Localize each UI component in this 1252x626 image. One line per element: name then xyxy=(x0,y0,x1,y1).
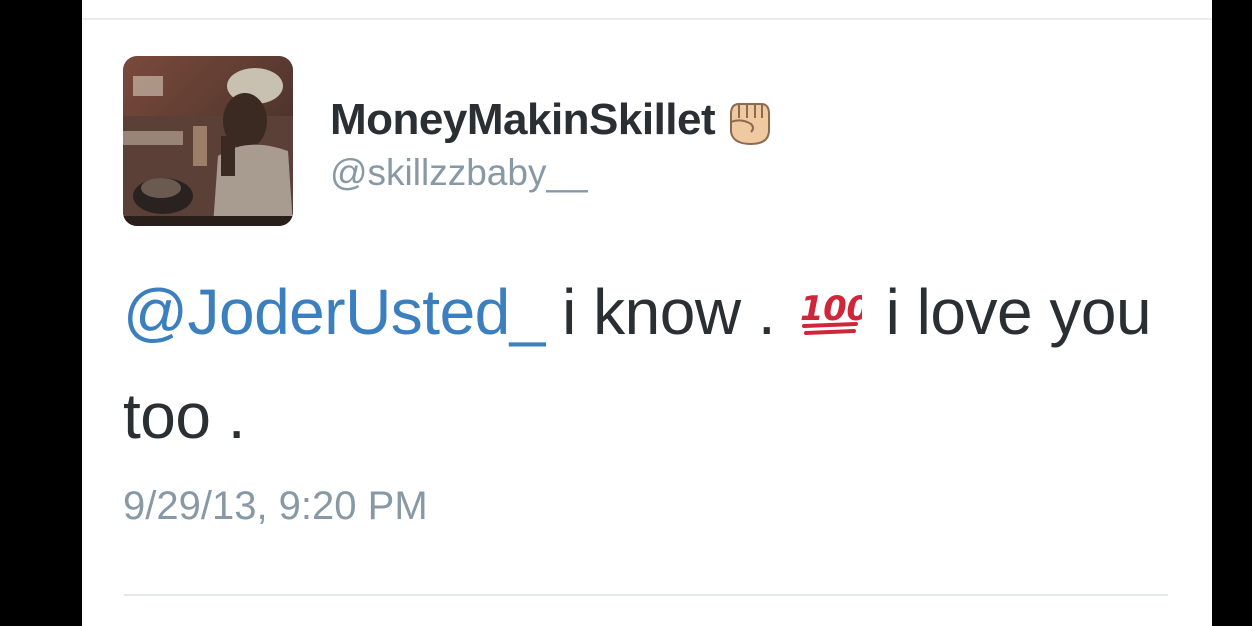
tweet-timestamp[interactable]: 9/29/13, 9:20 PM xyxy=(123,484,428,529)
top-divider xyxy=(82,18,1212,20)
raised-fist-icon xyxy=(721,92,777,148)
tweet-text: @JoderUsted_ i know . 100 i love you too… xyxy=(123,260,1163,468)
screen: MoneyMakinSkillet @skillzzbaby__ @JoderU… xyxy=(0,0,1252,626)
tweet-text-part1: i know . xyxy=(544,276,793,348)
hundred-points-icon: 100 xyxy=(798,266,870,335)
avatar-photo xyxy=(123,56,293,226)
tweet-card[interactable]: MoneyMakinSkillet @skillzzbaby__ @JoderU… xyxy=(82,0,1212,626)
display-name[interactable]: MoneyMakinSkillet xyxy=(330,92,777,148)
display-name-text: MoneyMakinSkillet xyxy=(330,95,716,144)
mention-link[interactable]: @JoderUsted_ xyxy=(123,276,545,348)
bottom-divider xyxy=(124,594,1168,596)
user-handle[interactable]: @skillzzbaby__ xyxy=(330,152,588,194)
avatar[interactable] xyxy=(123,56,293,226)
